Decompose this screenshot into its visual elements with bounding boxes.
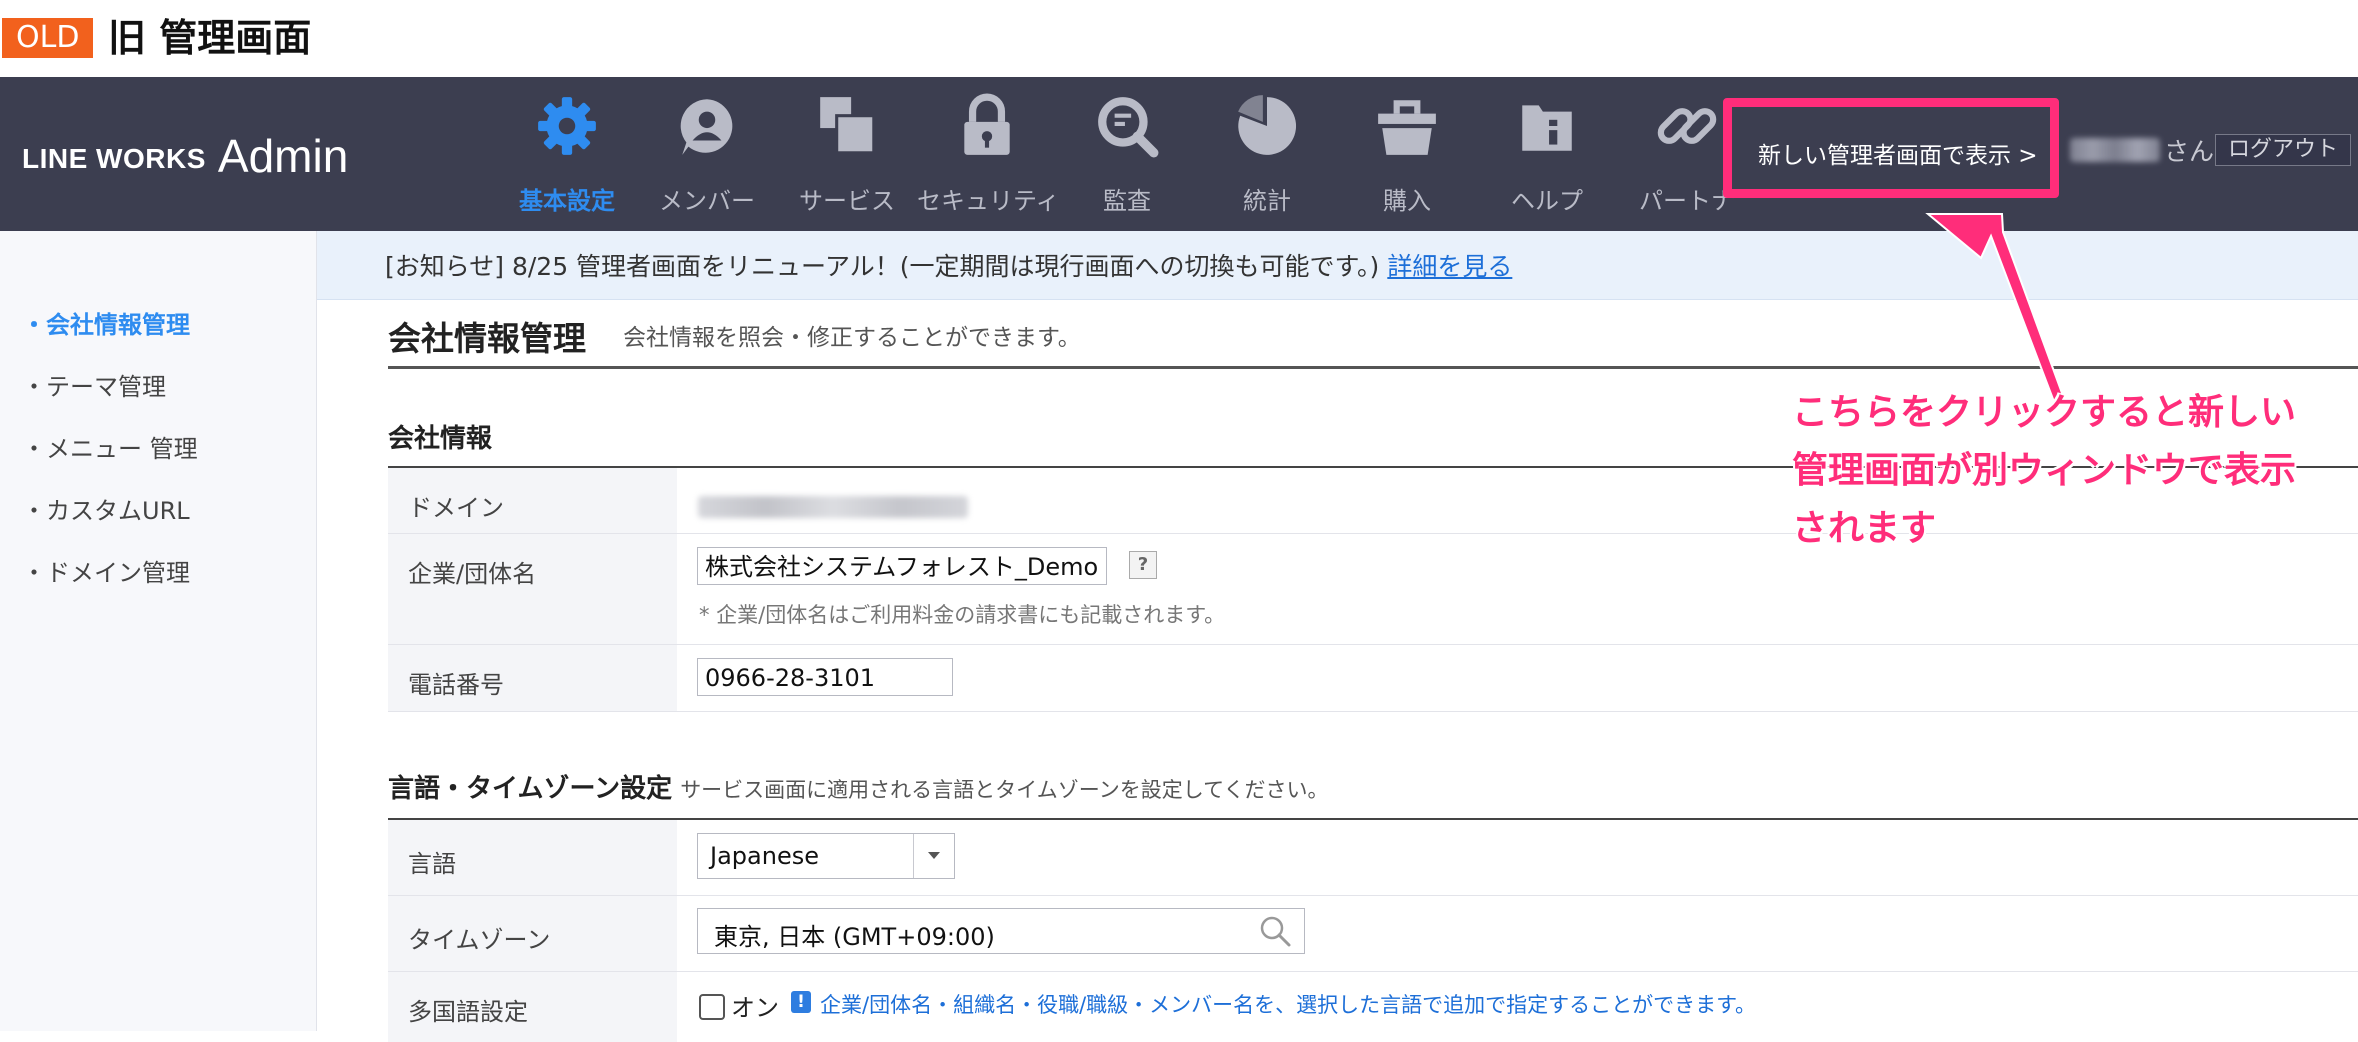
chevron-down-icon (913, 834, 954, 878)
title-divider (388, 366, 2358, 369)
annotation-line: されます (1792, 508, 1937, 549)
logout-button[interactable]: ログアウト (2215, 134, 2352, 166)
timezone-label-cell: タイムゾーン (388, 896, 677, 971)
search-icon (1260, 916, 1291, 947)
help-question-icon[interactable]: ? (1129, 551, 1157, 579)
nav-security[interactable]: セキュリティ (917, 93, 1060, 223)
nav-services[interactable]: サービス (777, 93, 917, 223)
logo-brand: LINE WORKS (22, 143, 206, 174)
sidebar-item-menu[interactable]: ・メニュー 管理 (22, 429, 198, 464)
annotation-line: 管理画面が別ウィンドウで表示 (1792, 450, 2297, 491)
domain-value-blurred (698, 496, 968, 518)
sidebar-item-custom-url[interactable]: ・カスタムURL (22, 491, 190, 526)
nav-audit[interactable]: 監査 (1057, 93, 1197, 223)
sidebar-item-label: ドメイン管理 (46, 559, 190, 587)
logo-admin: Admin (217, 130, 349, 182)
nav-label: サービス (799, 187, 895, 215)
timezone-select[interactable]: 東京, 日本 (GMT+09:00) (697, 908, 1305, 954)
multilang-info-text: 企業/団体名・組織名・役職/職級・メンバー名を、選択した言語で追加で指定すること… (820, 993, 1757, 1017)
highlight-box (1723, 98, 2059, 198)
sidebar-item-company-info[interactable]: ・会社情報管理 (22, 305, 190, 340)
timezone-row: タイムゾーン 東京, 日本 (GMT+09:00) (388, 896, 2358, 972)
audit-search-icon (1098, 97, 1159, 158)
multilang-label-cell: 多国語設定 (388, 972, 677, 1042)
nav-label: セキュリティ (917, 187, 1060, 215)
nav-label: 監査 (1103, 187, 1151, 215)
multilang-label: 多国語設定 (408, 998, 528, 1026)
sidebar-item-theme[interactable]: ・テーマ管理 (22, 367, 166, 402)
locale-settings-title: 言語・タイムゾーン設定 サービス画面に適用される言語とタイムゾーンを設定してくださ… (388, 768, 1328, 805)
notice-message: [お知らせ] 8/25 管理者画面をリニューアル！(一定期間は現行画面への切換も… (385, 252, 1380, 281)
sidebar: ・会社情報管理 ・テーマ管理 ・メニュー 管理 ・カスタムURL ・ドメイン管理 (0, 231, 317, 1031)
multilang-checkbox[interactable] (699, 994, 725, 1020)
sidebar-item-label: メニュー 管理 (46, 435, 198, 463)
locale-title-text: 言語・タイムゾーン設定 (388, 774, 673, 804)
username-blurred (2070, 138, 2160, 162)
nav-help[interactable]: ヘルプ (1477, 93, 1617, 223)
sidebar-item-label: カスタムURL (46, 497, 190, 525)
multilang-row: 多国語設定 オン ! 企業/団体名・組織名・役職/職級・メンバー名を、選択した言… (388, 972, 2358, 1042)
gear-icon (538, 97, 596, 155)
pie-chart-icon (1238, 95, 1297, 155)
timezone-label: タイムゾーン (408, 926, 551, 954)
notice-details-link[interactable]: 詳細を見る (1387, 252, 1512, 281)
sidebar-item-label: 会社情報管理 (46, 311, 190, 339)
company-name-label-cell: 企業/団体名 (388, 534, 677, 644)
annotation-text: こちらをクリックすると新しい 管理画面が別ウィンドウで表示 されます (1792, 384, 2352, 558)
phone-input[interactable]: 0966-28-3101 (697, 658, 953, 696)
sidebar-item-domain[interactable]: ・ドメイン管理 (22, 553, 190, 588)
info-icon: ! (791, 991, 811, 1013)
nav-purchase[interactable]: 購入 (1337, 93, 1477, 223)
service-icon (820, 97, 876, 155)
user-suffix: さん (2164, 137, 2215, 166)
page-heading: 旧 管理画面 (108, 16, 312, 60)
link-icon (1657, 108, 1717, 144)
language-select[interactable]: Japanese (697, 833, 955, 879)
language-select-value: Japanese (710, 842, 819, 870)
nav-label: メンバー (659, 187, 755, 215)
nav-basic-settings[interactable]: 基本設定 (497, 93, 637, 223)
nav-label: ヘルプ (1511, 187, 1583, 215)
locale-settings-note: サービス画面に適用される言語とタイムゾーンを設定してください。 (680, 778, 1329, 802)
phone-label-cell: 電話番号 (388, 645, 677, 711)
person-icon (680, 99, 733, 155)
annotation-line: こちらをクリックすると新しい (1792, 392, 2297, 433)
nav-label: 基本設定 (519, 187, 615, 215)
nav-label: 購入 (1383, 187, 1431, 215)
top-heading: OLD 旧 管理画面 (0, 0, 2358, 77)
nav-members[interactable]: メンバー (637, 93, 777, 223)
phone-row: 電話番号 0966-28-3101 (388, 645, 2358, 712)
multilang-toggle-label[interactable]: オン (731, 988, 779, 1023)
language-label-cell: 言語 (388, 820, 677, 895)
company-name-input[interactable]: 株式会社システムフォレスト_Demo (697, 547, 1107, 585)
domain-label: ドメイン (408, 494, 504, 522)
page-description: 会社情報を照会・修正することができます。 (623, 325, 1081, 351)
language-label: 言語 (408, 850, 456, 878)
sidebar-item-label: テーマ管理 (46, 373, 166, 401)
page-title: 会社情報管理 (388, 319, 586, 358)
domain-label-cell: ドメイン (388, 468, 677, 533)
company-info-title: 会社情報 (388, 424, 493, 454)
phone-label: 電話番号 (408, 671, 504, 699)
notice-bar: [お知らせ] 8/25 管理者画面をリニューアル！(一定期間は現行画面への切換も… (317, 231, 2358, 300)
basket-icon (1378, 100, 1436, 155)
company-name-hint: * 企業/団体名はご利用料金の請求書にも記載されます。 (699, 603, 1226, 627)
timezone-select-value: 東京, 日本 (GMT+09:00) (714, 923, 995, 951)
logo[interactable]: LINE WORKS Admin (22, 125, 349, 182)
nav-statistics[interactable]: 統計 (1197, 93, 1337, 223)
company-name-label: 企業/団体名 (408, 560, 537, 588)
notice-text: [お知らせ] 8/25 管理者画面をリニューアル！(一定期間は現行画面への切換も… (385, 247, 1512, 283)
lock-icon (964, 93, 1010, 155)
nav-label: 統計 (1243, 187, 1291, 215)
old-badge: OLD (2, 18, 94, 58)
language-row: 言語 Japanese (388, 820, 2358, 896)
help-book-icon (1522, 105, 1572, 151)
